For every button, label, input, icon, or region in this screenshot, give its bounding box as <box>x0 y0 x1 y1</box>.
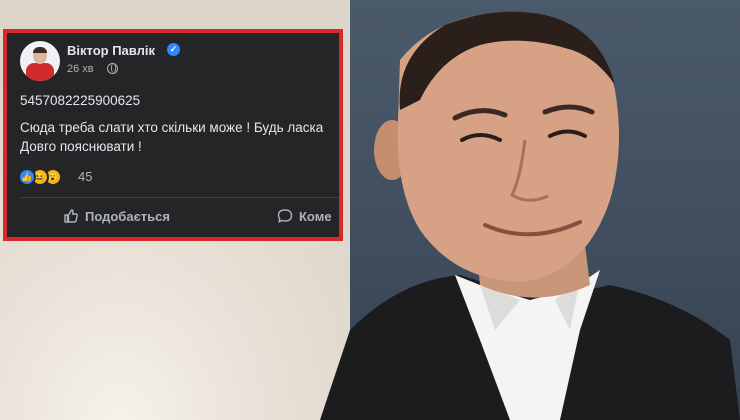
like-icon: 👍 <box>18 168 36 186</box>
actions-divider <box>20 197 339 198</box>
reactions-summary[interactable]: 👍 😆 😮 <box>18 168 78 186</box>
post-text-line-1: Сюда треба слати хто скільки може ! Будь… <box>20 120 324 135</box>
comment-button[interactable]: Коме <box>277 205 332 227</box>
post-timestamp[interactable]: 26 хв <box>67 63 94 75</box>
globe-icon <box>107 63 118 74</box>
comment-icon <box>277 209 293 223</box>
post-card: Віктор Павлік ✓ 26 хв 5457082225900625 С… <box>7 33 339 237</box>
author-avatar[interactable] <box>20 41 60 81</box>
man-portrait <box>320 11 740 420</box>
avatar-shirt <box>26 63 54 81</box>
like-button-label: Подобається <box>85 208 170 224</box>
avatar-hair <box>33 47 47 53</box>
reactions-count[interactable]: 45 <box>78 169 92 184</box>
verified-badge-icon: ✓ <box>167 43 180 56</box>
like-button[interactable]: Подобається <box>63 205 170 227</box>
post-text-line-2: Довго пояснювати ! <box>20 139 142 154</box>
thumbs-up-icon <box>64 209 78 223</box>
comment-button-label: Коме <box>299 208 332 224</box>
facebook-post-screenshot: Віктор Павлік ✓ 26 хв 5457082225900625 С… <box>3 29 343 241</box>
post-text-number: 5457082225900625 <box>20 93 141 108</box>
author-name[interactable]: Віктор Павлік <box>67 43 155 58</box>
